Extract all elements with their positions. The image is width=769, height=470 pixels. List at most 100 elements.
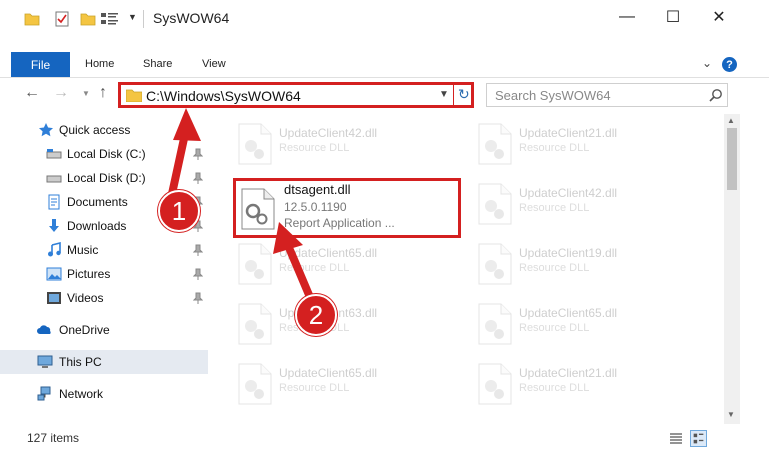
- file-name: dtsagent.dll: [284, 182, 351, 197]
- sidebar-item-label: Downloads: [67, 219, 127, 233]
- customize-toolbar-icon[interactable]: ▼: [128, 12, 137, 22]
- sidebar-item-label: Pictures: [67, 267, 111, 281]
- address-bar[interactable]: C:\Windows\SysWOW64 ▼ ↻: [118, 82, 474, 108]
- file-type: Resource DLL: [279, 382, 350, 394]
- onedrive-icon: [37, 325, 51, 334]
- sidebar-item-label: Network: [59, 387, 104, 401]
- file-version: 12.5.0.1190: [284, 200, 347, 214]
- vertical-scrollbar[interactable]: ▲ ▼: [724, 114, 740, 424]
- view-options-icon[interactable]: [100, 11, 120, 27]
- dll-file-icon: [478, 363, 512, 405]
- list-item[interactable]: UpdateClient63.dll Resource DLL: [233, 298, 465, 350]
- tab-file[interactable]: File: [11, 52, 70, 77]
- list-item[interactable]: UpdateClient42.dll Resource DLL: [233, 118, 465, 170]
- folder-icon[interactable]: [24, 11, 40, 27]
- videos-icon: [47, 292, 61, 304]
- drive-icon: [46, 149, 62, 159]
- file-description: Report Application ...: [284, 216, 395, 230]
- minimize-button[interactable]: —: [604, 0, 650, 34]
- step-badge-1: 1: [158, 190, 200, 232]
- close-button[interactable]: ✕: [696, 0, 742, 34]
- new-folder-icon[interactable]: [80, 11, 96, 27]
- forward-arrow-icon[interactable]: →: [53, 84, 69, 102]
- sidebar-item-music[interactable]: Music: [0, 238, 208, 262]
- scrollbar-thumb[interactable]: [727, 128, 737, 190]
- sidebar-item-pictures[interactable]: Pictures: [0, 262, 208, 286]
- file-name: UpdateClient42.dll: [519, 186, 618, 200]
- ribbon-tabs: File Home Share View ⌄ ?: [0, 52, 769, 78]
- list-item[interactable]: UpdateClient21.dll Resource DLL: [473, 118, 705, 170]
- tab-share[interactable]: Share: [143, 58, 172, 70]
- file-type: Resource DLL: [519, 262, 590, 274]
- address-dropdown-icon[interactable]: ▼: [439, 89, 449, 100]
- sidebar-item-local-disk-d[interactable]: Local Disk (D:): [0, 166, 208, 190]
- title-bar: ▼ SysWOW64 — ☐ ✕: [0, 0, 769, 38]
- step-badge-2: 2: [295, 294, 337, 336]
- pictures-icon: [46, 267, 62, 281]
- list-item[interactable]: UpdateClient65.dll Resource DLL: [233, 238, 465, 290]
- dll-file-icon: [238, 363, 272, 405]
- maximize-button[interactable]: ☐: [650, 0, 696, 34]
- search-icon[interactable]: [709, 88, 723, 102]
- back-arrow-icon[interactable]: ←: [24, 84, 40, 102]
- details-view-icon[interactable]: [669, 432, 683, 445]
- file-name: UpdateClient19.dll: [519, 246, 618, 260]
- sidebar-item-quick-access[interactable]: Quick access: [0, 118, 208, 142]
- up-arrow-icon[interactable]: ↑: [99, 84, 107, 102]
- sidebar-item-label: Local Disk (C:): [67, 147, 146, 161]
- list-item[interactable]: UpdateClient21.dll Resource DLL: [473, 358, 705, 410]
- sidebar-item-videos[interactable]: Videos: [0, 286, 208, 310]
- dll-file-icon: [241, 188, 275, 230]
- pin-icon[interactable]: [193, 292, 203, 304]
- dll-file-icon: [478, 123, 512, 165]
- pin-icon[interactable]: [193, 268, 203, 280]
- status-bar: 127 items: [0, 428, 769, 450]
- sidebar-item-label: OneDrive: [59, 323, 110, 337]
- scroll-down-icon[interactable]: ▼: [727, 410, 735, 419]
- sidebar-item-label: Quick access: [59, 123, 131, 137]
- file-list[interactable]: UpdateClient42.dll Resource DLL UpdateCl…: [212, 114, 724, 424]
- recent-locations-icon[interactable]: ▼: [82, 89, 90, 98]
- tab-view[interactable]: View: [202, 58, 226, 70]
- file-type: Resource DLL: [519, 382, 590, 394]
- address-path[interactable]: C:\Windows\SysWOW64: [146, 88, 301, 104]
- file-name: UpdateClient21.dll: [519, 126, 618, 140]
- help-icon[interactable]: ?: [722, 57, 737, 72]
- highlighted-file-dtsagent[interactable]: dtsagent.dll 12.5.0.1190 Report Applicat…: [233, 178, 461, 238]
- tiles-view-icon[interactable]: [690, 430, 707, 447]
- pin-icon[interactable]: [193, 244, 203, 256]
- file-type: Resource DLL: [519, 322, 590, 334]
- tab-home[interactable]: Home: [85, 58, 114, 70]
- pin-icon[interactable]: [193, 172, 203, 184]
- sidebar-item-this-pc[interactable]: This PC: [0, 350, 208, 374]
- sidebar-item-label: Local Disk (D:): [67, 171, 146, 185]
- sidebar-item-label: Videos: [67, 291, 104, 305]
- search-box[interactable]: Search SysWOW64: [486, 83, 728, 107]
- properties-icon[interactable]: [55, 11, 69, 27]
- navigation-bar: ← → ▼ ↑ C:\Windows\SysWOW64 ▼ ↻ Search S…: [0, 80, 769, 110]
- search-input[interactable]: Search SysWOW64: [495, 88, 611, 103]
- sidebar-item-local-disk-c[interactable]: Local Disk (C:): [0, 142, 208, 166]
- sidebar-item-onedrive[interactable]: OneDrive: [0, 318, 208, 342]
- drive-icon: [46, 175, 62, 183]
- dll-file-icon: [478, 183, 512, 225]
- dll-file-icon: [238, 243, 272, 285]
- pin-icon[interactable]: [193, 148, 203, 160]
- file-name: UpdateClient42.dll: [279, 126, 378, 140]
- list-item[interactable]: UpdateClient19.dll Resource DLL: [473, 238, 705, 290]
- file-type: Resource DLL: [279, 262, 350, 274]
- list-item[interactable]: UpdateClient65.dll Resource DLL: [233, 358, 465, 410]
- list-item[interactable]: UpdateClient42.dll Resource DLL: [473, 178, 705, 230]
- scroll-up-icon[interactable]: ▲: [727, 116, 735, 125]
- file-type: Resource DLL: [279, 142, 350, 154]
- expand-ribbon-icon[interactable]: ⌄: [702, 56, 712, 70]
- sidebar-item-network[interactable]: Network: [0, 382, 208, 406]
- refresh-icon[interactable]: ↻: [458, 86, 470, 103]
- list-item[interactable]: UpdateClient65.dll Resource DLL: [473, 298, 705, 350]
- dll-file-icon: [238, 123, 272, 165]
- title-separator: [143, 10, 144, 28]
- network-icon: [37, 386, 51, 401]
- downloads-icon: [49, 219, 59, 232]
- music-icon: [48, 242, 61, 257]
- file-name: UpdateClient65.dll: [519, 306, 618, 320]
